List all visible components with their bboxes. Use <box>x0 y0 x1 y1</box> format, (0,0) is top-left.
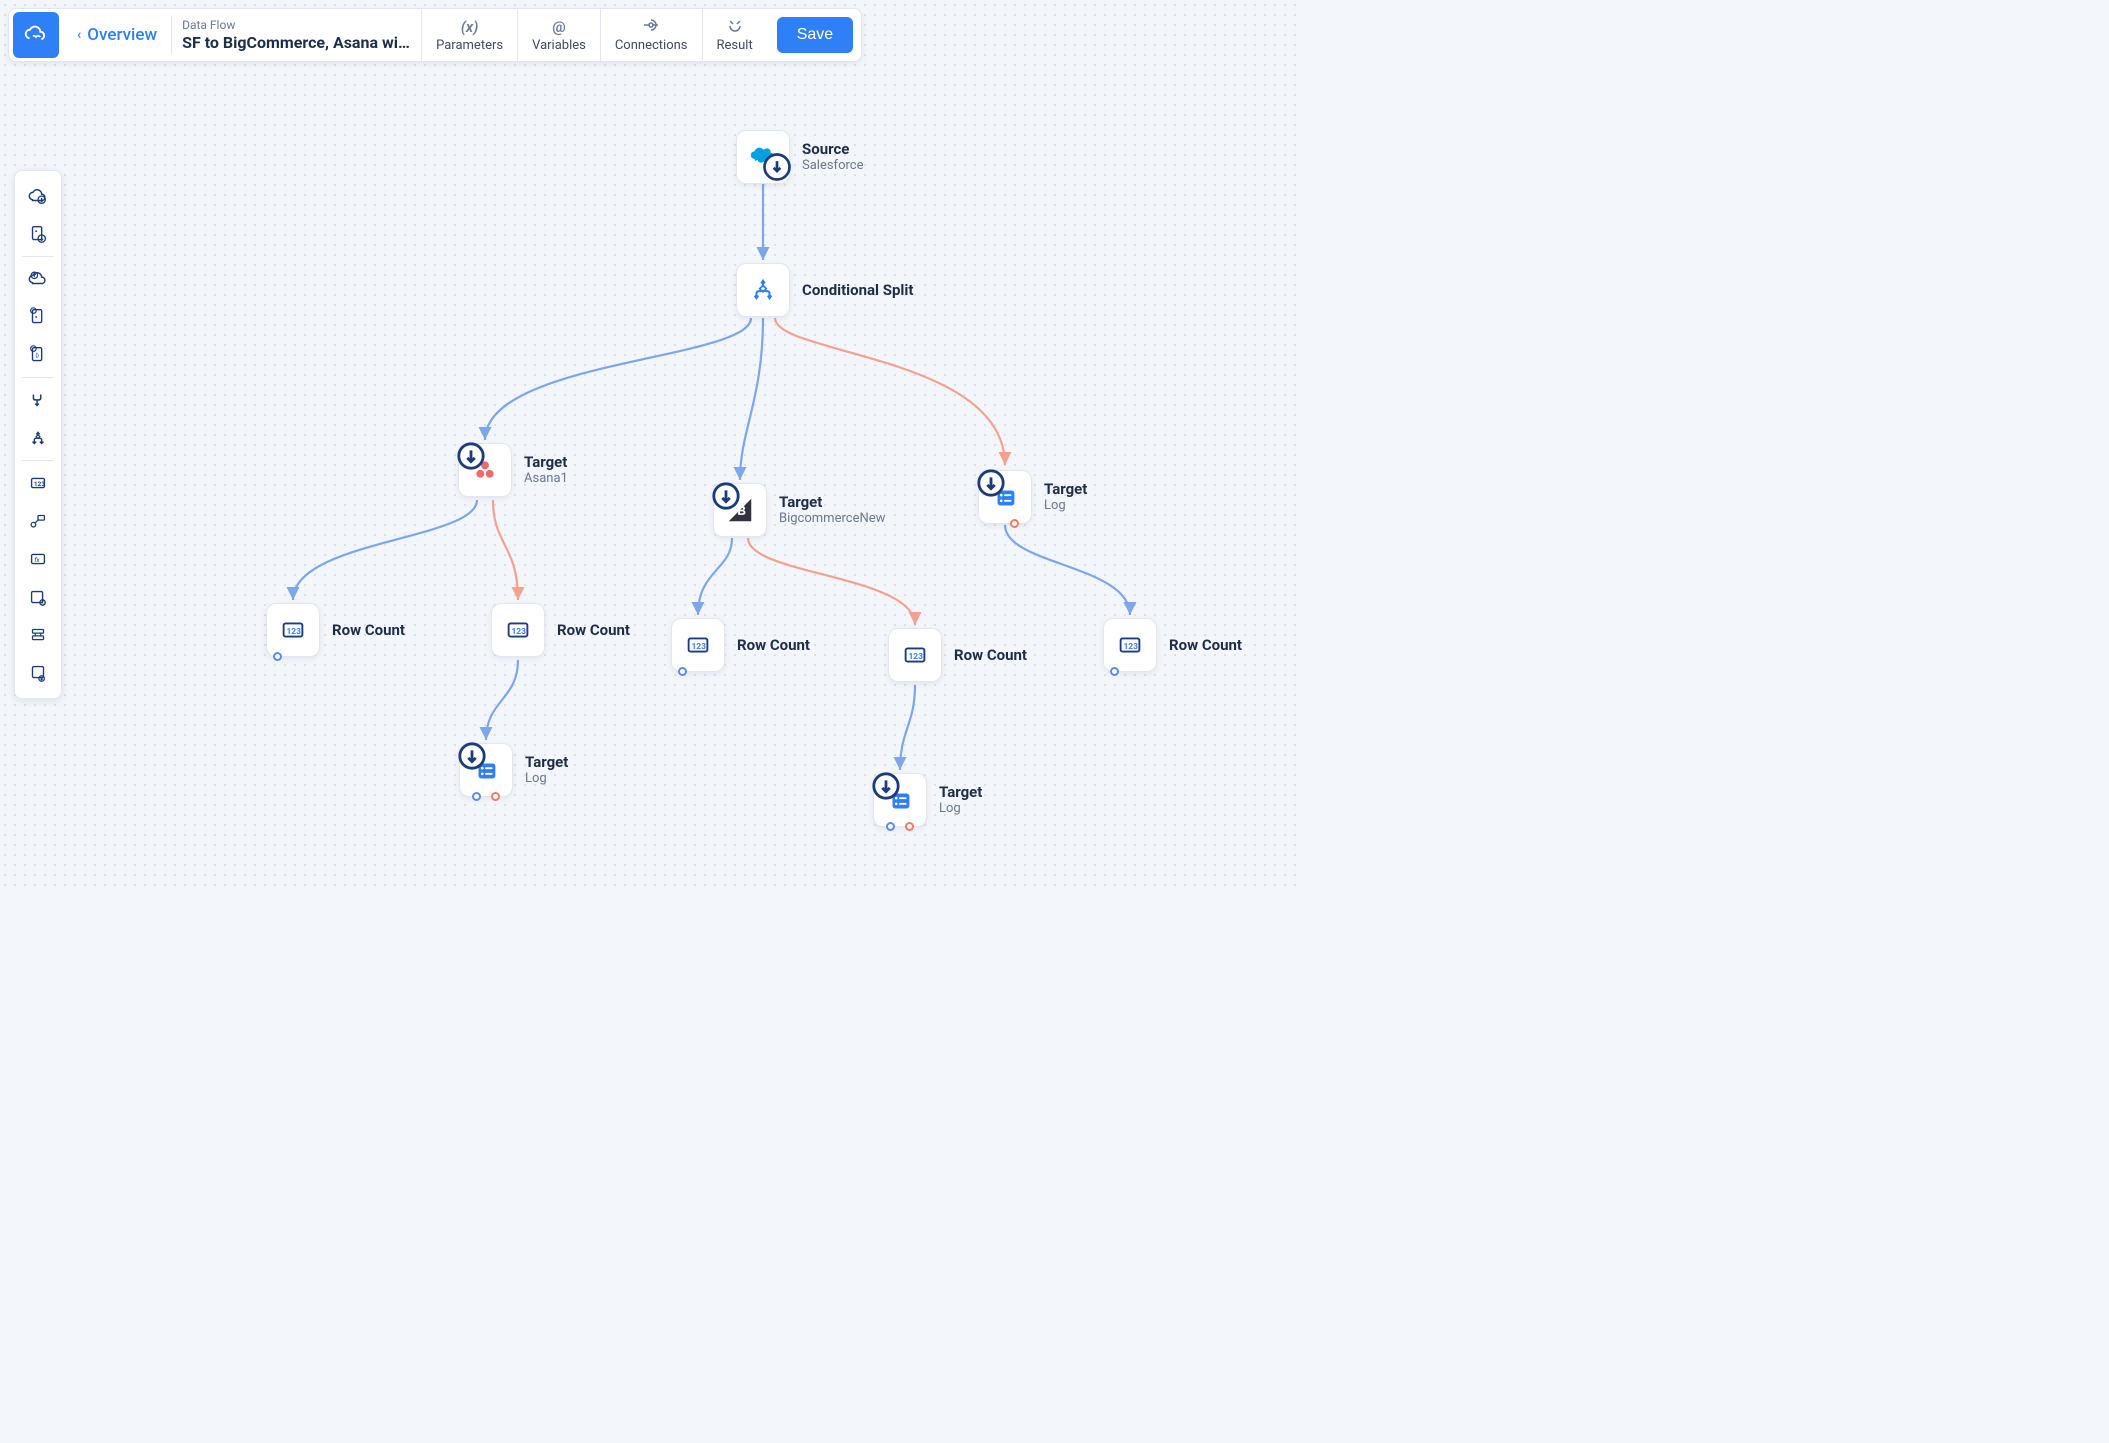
svg-text:123: 123 <box>511 627 526 637</box>
output-port-success[interactable] <box>472 792 481 801</box>
node-rowcount-2[interactable]: 123 Row Count <box>491 603 630 657</box>
node-target-log-mid[interactable]: Target Log <box>459 743 568 797</box>
output-port[interactable] <box>1110 667 1119 676</box>
node-source-title: Source <box>802 140 863 158</box>
output-port-error[interactable] <box>491 792 500 801</box>
node-rowcount-4-box[interactable]: 123 <box>888 628 942 682</box>
node-rowcount-2-title: Row Count <box>557 621 630 639</box>
node-rowcount-5[interactable]: 123 Row Count <box>1103 618 1242 672</box>
node-target-log-mid-title: Target <box>525 753 568 771</box>
output-port-success[interactable] <box>886 822 895 831</box>
rowcount-icon: 123 <box>683 630 713 660</box>
node-target-asana-box[interactable] <box>458 443 512 497</box>
rowcount-icon: 123 <box>278 615 308 645</box>
node-target-log-right-title: Target <box>1044 480 1087 498</box>
node-target-log-bottom-subtitle: Log <box>939 801 982 818</box>
flow-canvas[interactable]: Source Salesforce Conditional Split Targ… <box>0 0 1300 890</box>
node-conditional-split[interactable]: Conditional Split <box>736 263 913 317</box>
node-conditional-split-box[interactable] <box>736 263 790 317</box>
upload-badge-icon <box>871 771 901 805</box>
node-rowcount-1[interactable]: 123 Row Count <box>266 603 405 657</box>
output-port[interactable] <box>678 667 687 676</box>
edge-layer <box>0 0 1300 900</box>
node-conditional-split-title: Conditional Split <box>802 281 913 299</box>
upload-badge-icon <box>456 441 486 475</box>
node-target-log-mid-subtitle: Log <box>525 771 568 788</box>
node-target-asana[interactable]: Target Asana1 <box>458 443 568 497</box>
node-source-box[interactable] <box>736 130 790 184</box>
upload-badge-icon <box>457 741 487 775</box>
rowcount-icon: 123 <box>503 615 533 645</box>
node-target-bigcommerce-box[interactable] <box>713 483 767 537</box>
upload-badge-icon <box>711 481 741 515</box>
node-source[interactable]: Source Salesforce <box>736 130 863 184</box>
rowcount-icon: 123 <box>1115 630 1145 660</box>
node-target-log-bottom[interactable]: Target Log <box>873 773 982 827</box>
node-target-log-right-subtitle: Log <box>1044 498 1087 515</box>
node-target-bigcommerce-subtitle: BigcommerceNew <box>779 511 885 528</box>
node-rowcount-1-title: Row Count <box>332 621 405 639</box>
node-rowcount-5-title: Row Count <box>1169 636 1242 654</box>
split-icon <box>748 275 778 305</box>
node-target-log-mid-box[interactable] <box>459 743 513 797</box>
node-rowcount-3-title: Row Count <box>737 636 810 654</box>
rowcount-icon: 123 <box>900 640 930 670</box>
svg-text:123: 123 <box>286 627 301 637</box>
node-rowcount-5-box[interactable]: 123 <box>1103 618 1157 672</box>
node-rowcount-3-box[interactable]: 123 <box>671 618 725 672</box>
node-source-subtitle: Salesforce <box>802 158 863 175</box>
node-target-asana-subtitle: Asana1 <box>524 471 568 488</box>
node-target-log-right-box[interactable] <box>978 470 1032 524</box>
download-badge-icon <box>762 152 792 186</box>
node-target-asana-title: Target <box>524 453 568 471</box>
node-target-log-bottom-box[interactable] <box>873 773 927 827</box>
node-target-log-bottom-title: Target <box>939 783 982 801</box>
node-rowcount-1-box[interactable]: 123 <box>266 603 320 657</box>
svg-text:123: 123 <box>908 652 923 662</box>
upload-badge-icon <box>976 468 1006 502</box>
output-port-error[interactable] <box>905 822 914 831</box>
node-target-log-right[interactable]: Target Log <box>978 470 1087 524</box>
node-rowcount-2-box[interactable]: 123 <box>491 603 545 657</box>
node-rowcount-4[interactable]: 123 Row Count <box>888 628 1027 682</box>
node-rowcount-4-title: Row Count <box>954 646 1027 664</box>
svg-text:123: 123 <box>1123 642 1138 652</box>
node-target-bigcommerce-title: Target <box>779 493 885 511</box>
output-port[interactable] <box>273 652 282 661</box>
node-target-bigcommerce[interactable]: Target BigcommerceNew <box>713 483 885 537</box>
output-port-error[interactable] <box>1010 519 1019 528</box>
svg-text:123: 123 <box>691 642 706 652</box>
node-rowcount-3[interactable]: 123 Row Count <box>671 618 810 672</box>
